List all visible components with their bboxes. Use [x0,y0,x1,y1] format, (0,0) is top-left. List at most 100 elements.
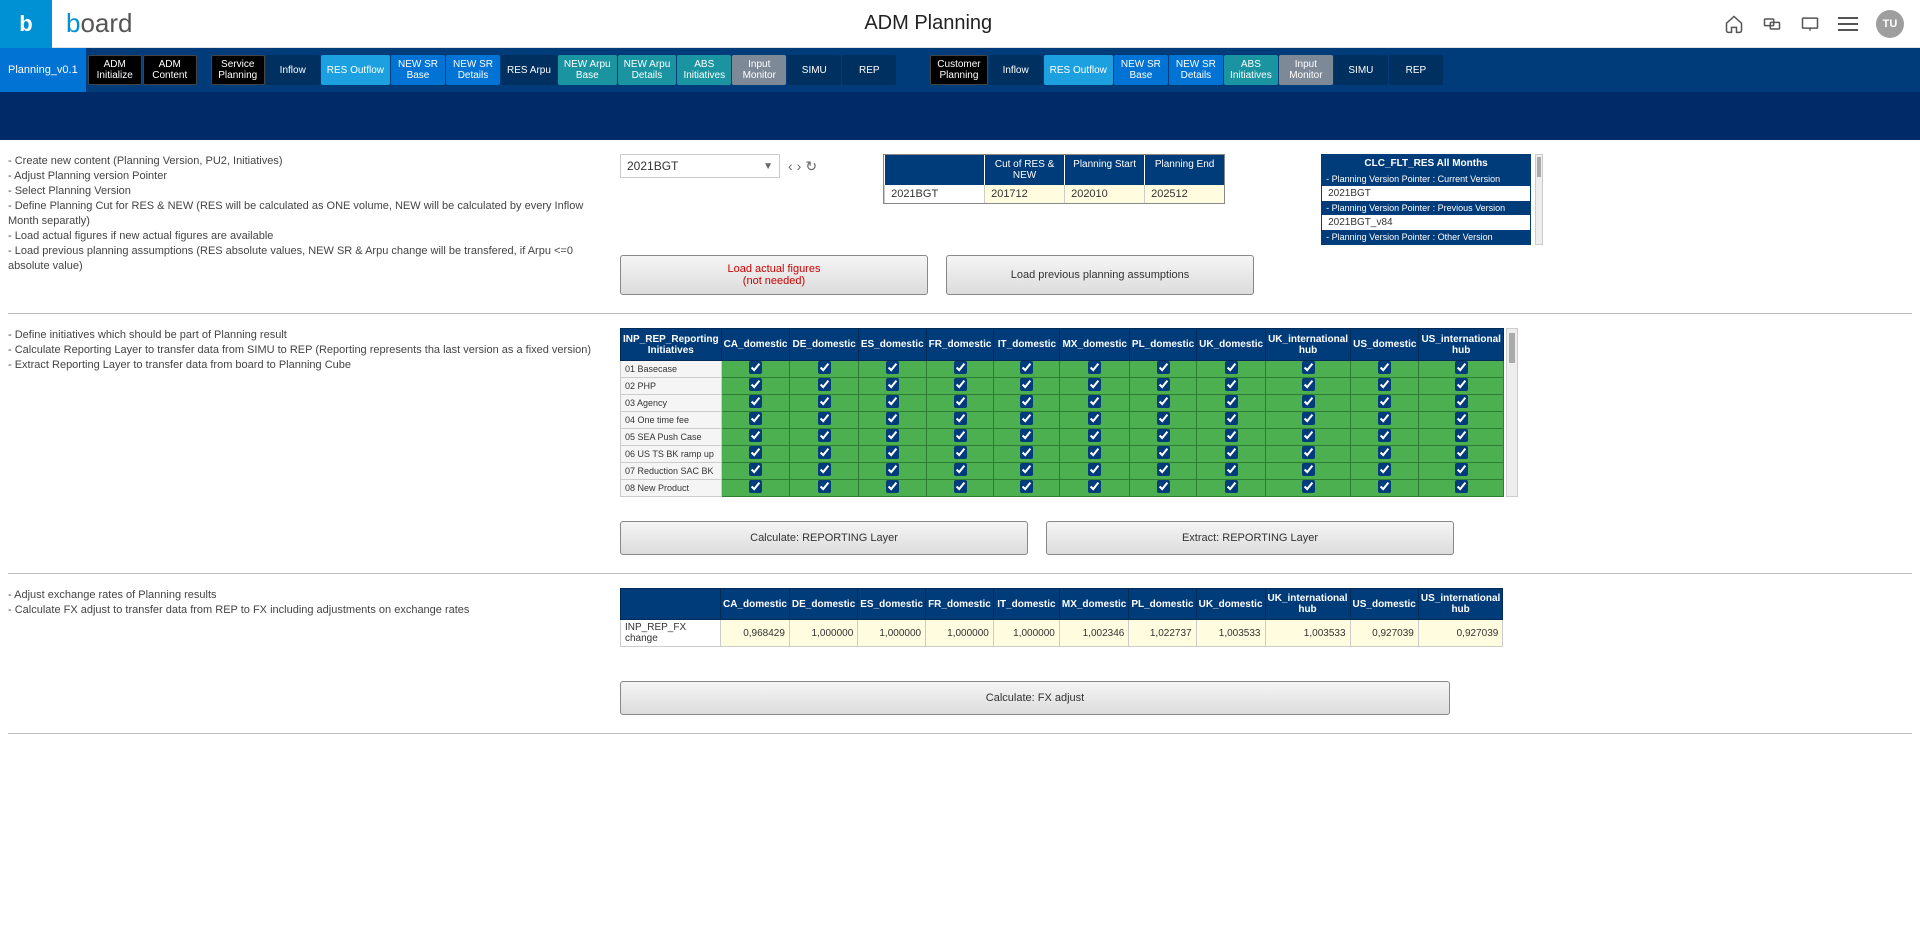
grid-checkbox[interactable] [886,361,899,374]
nav-new-sr-base[interactable]: NEW SR Base [391,55,445,85]
grid-cell[interactable] [1129,412,1196,429]
grid-cell[interactable] [1129,429,1196,446]
grid-cell[interactable] [858,480,926,497]
grid-cell[interactable] [721,446,790,463]
grid-cell[interactable] [926,429,994,446]
grid-cell[interactable] [994,429,1060,446]
grid-checkbox[interactable] [1455,412,1468,425]
grid-cell[interactable] [994,412,1060,429]
grid-cell[interactable] [926,463,994,480]
grid-cell[interactable] [926,446,994,463]
grid-cell[interactable] [994,378,1060,395]
nav-adm-initialize[interactable]: ADM Initialize [88,55,142,85]
grid-checkbox[interactable] [886,395,899,408]
fx-cell[interactable]: 0,968429 [721,620,790,647]
info-cell[interactable]: 202010 [1064,185,1144,203]
fx-cell[interactable]: 0,927039 [1418,620,1502,647]
grid-checkbox[interactable] [1378,412,1391,425]
nav-new-arpu-base[interactable]: NEW Arpu Base [558,55,617,85]
grid-checkbox[interactable] [1225,429,1238,442]
grid-cell[interactable] [1266,480,1351,497]
grid-checkbox[interactable] [1378,395,1391,408]
grid-checkbox[interactable] [1302,480,1315,493]
grid-checkbox[interactable] [1378,429,1391,442]
grid-cell[interactable] [1197,361,1266,378]
grid-checkbox[interactable] [749,446,762,459]
grid-checkbox[interactable] [1455,480,1468,493]
grid-cell[interactable] [858,446,926,463]
grid-checkbox[interactable] [954,378,967,391]
grid-checkbox[interactable] [1157,463,1170,476]
fx-cell[interactable]: 0,927039 [1350,620,1418,647]
grid-checkbox[interactable] [954,429,967,442]
grid-cell[interactable] [1060,395,1129,412]
grid-cell[interactable] [926,480,994,497]
prev-icon[interactable]: ‹ [788,158,793,174]
fx-cell[interactable]: 1,003533 [1265,620,1350,647]
grid-checkbox[interactable] [1225,463,1238,476]
grid-cell[interactable] [858,429,926,446]
grid-cell[interactable] [721,480,790,497]
nav-abs-initiatives[interactable]: ABS Initiatives [677,55,731,85]
grid-cell[interactable] [1351,463,1419,480]
grid-cell[interactable] [994,446,1060,463]
info-cell[interactable]: 201712 [984,185,1064,203]
grid-checkbox[interactable] [1302,412,1315,425]
grid-cell[interactable] [1129,395,1196,412]
grid-checkbox[interactable] [1378,378,1391,391]
grid-cell[interactable] [1060,378,1129,395]
planning-version-dropdown[interactable]: 2021BGT ▼ [620,154,780,178]
grid-checkbox[interactable] [1020,412,1033,425]
nav-new-sr-details[interactable]: NEW SR Details [1169,55,1223,85]
grid-cell[interactable] [790,378,858,395]
grid-cell[interactable] [1129,480,1196,497]
grid-checkbox[interactable] [749,378,762,391]
grid-checkbox[interactable] [1157,361,1170,374]
nav-adm-content[interactable]: ADM Content [143,55,197,85]
grid-cell[interactable] [721,463,790,480]
grid-checkbox[interactable] [1302,429,1315,442]
fx-cell[interactable]: 1,000000 [993,620,1059,647]
grid-checkbox[interactable] [1225,446,1238,459]
grid-cell[interactable] [790,480,858,497]
grid-cell[interactable] [1266,412,1351,429]
nav-res-outflow[interactable]: RES Outflow [321,55,390,85]
grid-cell[interactable] [1060,446,1129,463]
grid-checkbox[interactable] [1378,463,1391,476]
grid-checkbox[interactable] [1378,480,1391,493]
grid-cell[interactable] [1129,361,1196,378]
calc-fx-button[interactable]: Calculate: FX adjust [620,681,1450,715]
grid-checkbox[interactable] [749,480,762,493]
grid-checkbox[interactable] [818,361,831,374]
grid-checkbox[interactable] [818,480,831,493]
grid-cell[interactable] [1060,463,1129,480]
grid-cell[interactable] [721,361,790,378]
nav-abs-initiatives[interactable]: ABS Initiatives [1224,55,1278,85]
grid-cell[interactable] [1351,446,1419,463]
grid-cell[interactable] [926,378,994,395]
nav-version-label[interactable]: Planning_v0.1 [0,48,86,92]
grid-cell[interactable] [1419,446,1503,463]
grid-cell[interactable] [1266,361,1351,378]
grid-cell[interactable] [858,395,926,412]
nav-customer-planning[interactable]: Customer Planning [930,55,987,85]
grid-checkbox[interactable] [1455,429,1468,442]
grid-cell[interactable] [858,463,926,480]
grid-checkbox[interactable] [1302,446,1315,459]
grid-cell[interactable] [994,395,1060,412]
nav-input-monitor[interactable]: Input Monitor [1279,55,1333,85]
grid-checkbox[interactable] [818,429,831,442]
grid-cell[interactable] [721,412,790,429]
grid-checkbox[interactable] [954,361,967,374]
nav-inflow[interactable]: Inflow [989,55,1043,85]
avatar[interactable]: TU [1876,10,1904,38]
grid-cell[interactable] [926,395,994,412]
grid-checkbox[interactable] [1020,463,1033,476]
grid-cell[interactable] [721,429,790,446]
grid-checkbox[interactable] [818,463,831,476]
grid-cell[interactable] [1060,361,1129,378]
grid-checkbox[interactable] [1020,361,1033,374]
grid-checkbox[interactable] [818,395,831,408]
grid-cell[interactable] [721,395,790,412]
grid-cell[interactable] [858,361,926,378]
